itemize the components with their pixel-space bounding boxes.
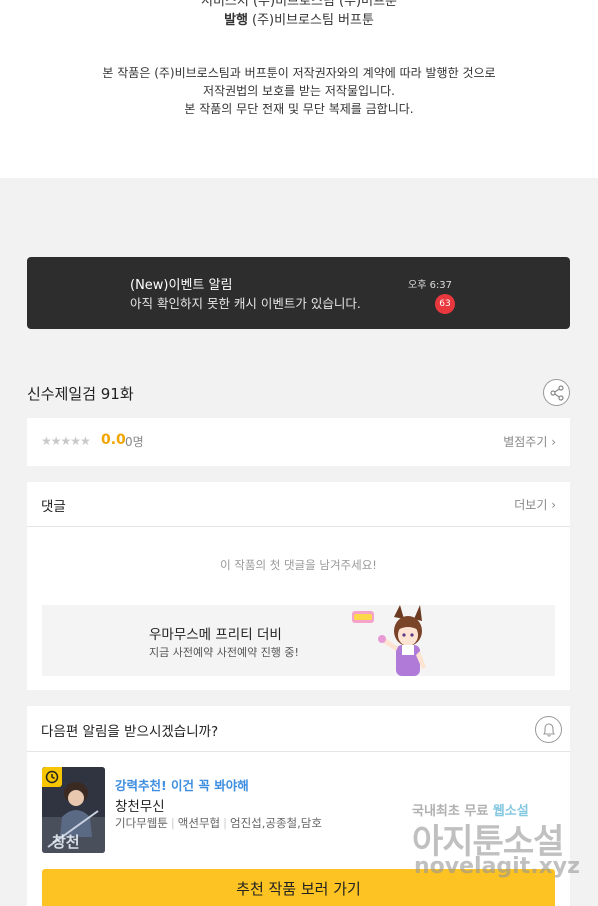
- comments-title: 댓글: [41, 499, 66, 515]
- publisher-label: 발행: [224, 13, 248, 28]
- copyright-notice: 본 작품은 (주)비브로스팀과 버프툰이 저작권자와의 계약에 따라 발행한 것…: [0, 64, 598, 118]
- notification-time: 오후 6:37: [408, 280, 453, 291]
- copyright-line-3: 본 작품의 무단 전재 및 무단 복제를 금합니다.: [184, 102, 414, 116]
- recommended-meta: 기다무웹툰 | 액션무협 | 엄진섭,공종철,담호: [115, 815, 322, 831]
- rating-score: 0.0: [101, 432, 126, 448]
- ad-character-image: [352, 605, 426, 676]
- meta-separator: |: [170, 816, 175, 830]
- ad-banner[interactable]: 우마무스메 프리티 더비 지금 사전예약 사전예약 진행 중!: [42, 605, 555, 676]
- notification-title: (New)이벤트 알림: [130, 278, 233, 293]
- meta-separator: |: [223, 816, 227, 830]
- publisher-cut-line: 서비스처 (주)비브로스팀 (주)버프툰: [201, 0, 397, 9]
- site-watermark: 국내최초 무료 웹소설 아지툰소설 novelagit.xyz: [412, 800, 598, 900]
- meta-genre: 액션무협: [177, 816, 221, 830]
- notify-header: 다음편 알림을 받으시겠습니까?: [27, 706, 570, 752]
- recommended-thumbnail[interactable]: 창천: [42, 767, 105, 853]
- recommend-tag: 강력추천! 이건 꼭 봐야해: [115, 778, 249, 793]
- copyright-line-1: 본 작품은 (주)비브로스팀과 버프툰이 저작권자와의 계약에 따라 발행한 것…: [102, 66, 496, 80]
- svg-text:창천: 창천: [52, 833, 80, 851]
- rating-card: ★★★★★ 0.0 0명 별점주기 ›: [27, 418, 570, 466]
- ad-title: 우마무스메 프리티 더비: [149, 627, 282, 643]
- copyright-line-2: 저작권법의 보호를 받는 저작물입니다.: [203, 84, 395, 98]
- publisher-value: (주)비브로스팀 버프툰: [252, 13, 374, 28]
- episode-title: 신수제일검 91화: [27, 385, 134, 403]
- comments-more-link[interactable]: 더보기 ›: [514, 496, 556, 513]
- rating-stars[interactable]: ★★★★★: [41, 434, 91, 448]
- share-icon: [550, 385, 564, 401]
- clock-icon: [45, 770, 59, 784]
- recommended-title[interactable]: 창천무신: [115, 795, 165, 815]
- publisher-line: 발행 (주)비브로스팀 버프툰: [0, 9, 598, 28]
- meta-category: 기다무웹툰: [115, 816, 168, 830]
- notification-count-badge: 63: [435, 294, 455, 314]
- rate-button[interactable]: 별점주기 ›: [503, 433, 556, 450]
- share-button[interactable]: [543, 379, 570, 406]
- notification-body: 아직 확인하지 못한 캐시 이벤트가 있습니다.: [130, 296, 361, 311]
- bell-icon: [543, 723, 555, 737]
- comments-card: 댓글 더보기 › 이 작품의 첫 댓글을 남겨주세요! 우마무스메 프리티 더비…: [27, 482, 570, 690]
- comments-header: 댓글 더보기 ›: [27, 482, 570, 527]
- watermark-url: novelagit.xyz: [414, 854, 580, 879]
- event-notification-banner[interactable]: (New)이벤트 알림 아직 확인하지 못한 캐시 이벤트가 있습니다. 오후 …: [27, 257, 570, 329]
- ad-subtitle: 지금 사전예약 사전예약 진행 중!: [149, 646, 299, 659]
- notify-bell-button[interactable]: [535, 716, 562, 743]
- meta-authors: 엄진섭,공종철,담호: [229, 816, 322, 830]
- copyright-section: 서비스처 (주)비브로스팀 (주)버프툰 발행 (주)비브로스팀 버프툰 본 작품…: [0, 0, 598, 178]
- comments-empty-message: 이 작품의 첫 댓글을 남겨주세요!: [220, 558, 377, 572]
- wait-free-badge: [42, 767, 62, 787]
- rating-count: 0명: [125, 435, 144, 449]
- notify-question: 다음편 알림을 받으시겠습니까?: [41, 724, 219, 740]
